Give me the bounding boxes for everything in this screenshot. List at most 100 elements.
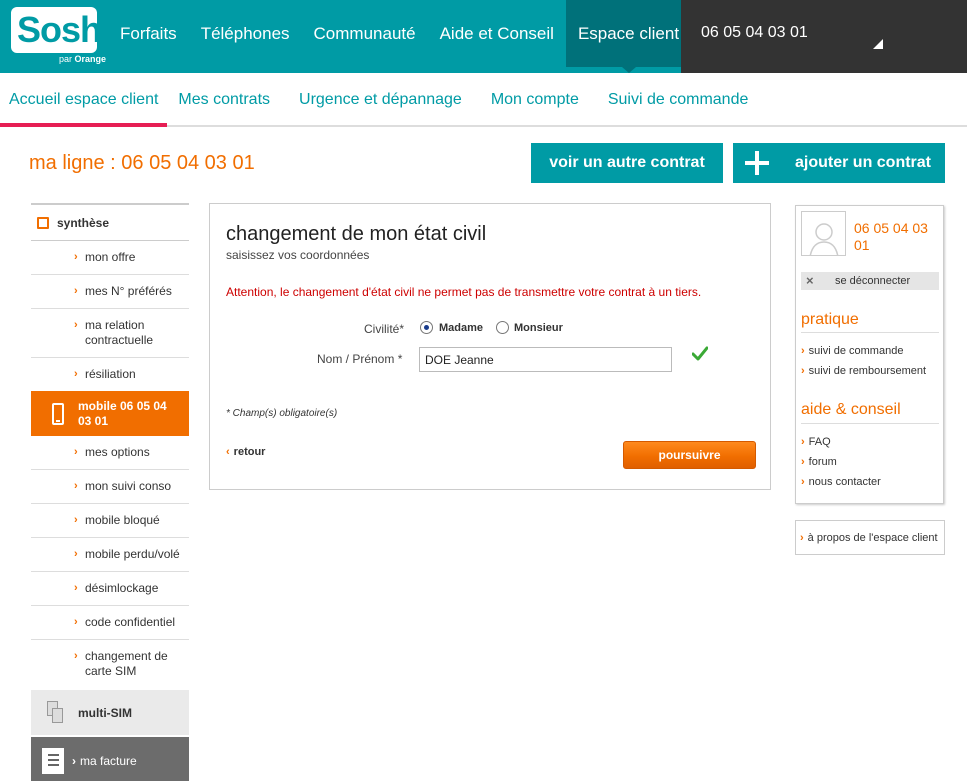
link-label: suivi de remboursement: [808, 365, 927, 377]
chevron-right-icon: ›: [801, 365, 805, 377]
menu-suivi-conso[interactable]: › mon suivi conso: [31, 470, 189, 504]
top-header: Sosh par Orange Forfaits Téléphones Comm…: [0, 0, 967, 73]
name-label: Nom / Prénom *: [317, 352, 403, 366]
logo-subtitle: par Orange: [59, 54, 106, 64]
section-divider: [801, 423, 939, 424]
other-contract-label: voir un autre contrat: [549, 154, 705, 171]
link-suivi-remboursement[interactable]: › suivi de remboursement: [801, 365, 926, 377]
tv-icon: [37, 216, 49, 229]
chevron-right-icon: ›: [801, 436, 805, 448]
link-label: FAQ: [808, 436, 831, 448]
link-forum[interactable]: › forum: [801, 456, 837, 468]
menu-resiliation[interactable]: › résiliation: [31, 358, 189, 391]
subnav-mon-compte[interactable]: Mon compte: [482, 73, 588, 125]
account-panel: 06 05 04 03 01 × se déconnecter pratique…: [795, 205, 944, 504]
subnav-suivi-commande[interactable]: Suivi de commande: [599, 73, 758, 125]
menu-multi-sim[interactable]: multi-SIM: [31, 690, 189, 735]
back-link[interactable]: ‹ retour: [226, 446, 265, 458]
subnav-urgence[interactable]: Urgence et dépannage: [290, 73, 471, 125]
left-menu: synthèse › mon offre › mes N° préférés › ma…: [31, 203, 189, 781]
back-label: retour: [233, 446, 266, 458]
link-faq[interactable]: › FAQ: [801, 436, 831, 448]
main-nav: Forfaits Téléphones Communauté Aide et C…: [108, 0, 692, 73]
nav-aide-conseil[interactable]: Aide et Conseil: [428, 0, 566, 67]
logo-sub-brand: Orange: [74, 54, 107, 64]
menu-desimlockage[interactable]: › désimlockage: [31, 572, 189, 606]
chevron-right-icon: ›: [74, 368, 78, 380]
menu-mobile-bloque[interactable]: › mobile bloqué: [31, 504, 189, 538]
menu-ma-facture[interactable]: › ma facture: [31, 737, 189, 781]
section-pratique-title: pratique: [801, 311, 859, 328]
chevron-right-icon: ›: [801, 345, 805, 357]
menu-code-confidentiel[interactable]: › code confidentiel: [31, 606, 189, 640]
menu-synthese[interactable]: synthèse: [31, 203, 189, 241]
close-icon: ×: [806, 273, 814, 288]
link-label: forum: [808, 456, 837, 468]
logout-label: se déconnecter: [835, 275, 911, 287]
continue-label: poursuivre: [658, 448, 721, 462]
nav-communaute[interactable]: Communauté: [302, 0, 428, 67]
sosh-logo[interactable]: Sosh par Orange: [11, 7, 106, 65]
menu-synthese-label: synthèse: [57, 215, 110, 230]
add-contract-button[interactable]: ajouter un contrat: [733, 143, 945, 183]
menu-relation[interactable]: › ma relation contractuelle: [31, 309, 189, 358]
nav-telephones[interactable]: Téléphones: [189, 0, 302, 67]
civil-status-form: changement de mon état civil saisissez v…: [209, 203, 771, 490]
other-contract-button[interactable]: voir un autre contrat: [531, 143, 723, 183]
civility-label: Civilité*: [364, 322, 405, 336]
menu-item-label: mon offre: [85, 250, 136, 264]
radio-madame-label[interactable]: Madame: [439, 322, 483, 334]
chevron-right-icon: ›: [74, 616, 78, 628]
menu-item-label: mon suivi conso: [85, 479, 172, 493]
link-label: suivi de commande: [808, 345, 904, 357]
radio-monsieur[interactable]: [496, 321, 509, 334]
menu-item-label: ma relation contractuelle: [85, 318, 154, 347]
radio-madame[interactable]: [420, 321, 433, 334]
menu-changement-sim[interactable]: › changement de carte SIM: [31, 640, 189, 688]
chevron-right-icon: ›: [74, 514, 78, 526]
menu-mes-options[interactable]: › mes options: [31, 436, 189, 470]
link-suivi-commande[interactable]: › suivi de commande: [801, 345, 903, 357]
page-title: ma ligne : 06 05 04 03 01: [29, 152, 255, 174]
account-dropdown[interactable]: 06 05 04 03 01: [681, 0, 967, 73]
menu-multi-sim-label: multi-SIM: [78, 705, 132, 720]
chevron-right-icon: ›: [74, 285, 78, 297]
nav-forfaits[interactable]: Forfaits: [108, 0, 189, 67]
panel-phone-number: 06 05 04 03 01: [854, 220, 928, 253]
name-input[interactable]: [419, 347, 672, 372]
required-note: * Champ(s) obligatoire(s): [226, 408, 338, 419]
menu-mes-numeros[interactable]: › mes N° préférés: [31, 275, 189, 309]
menu-item-label: changement de carte SIM: [85, 649, 168, 678]
chevron-right-icon: ›: [801, 456, 805, 468]
warning-message: Attention, le changement d'état civil ne…: [226, 285, 702, 299]
menu-facture-label: ma facture: [80, 754, 137, 768]
chevron-right-icon: ›: [72, 754, 76, 768]
menu-item-label: résiliation: [85, 367, 136, 381]
form-title: changement de mon état civil: [226, 223, 487, 245]
radio-monsieur-label[interactable]: Monsieur: [514, 322, 563, 334]
nav-espace-client[interactable]: Espace client: [565, 0, 692, 73]
menu-mon-offre[interactable]: › mon offre: [31, 241, 189, 275]
menu-item-label: mobile perdu/volé: [85, 547, 180, 561]
add-contract-label: ajouter un contrat: [795, 154, 932, 171]
menu-item-label: mes options: [85, 445, 150, 459]
menu-mobile-perdu[interactable]: › mobile perdu/volé: [31, 538, 189, 572]
user-silhouette-icon: [809, 223, 839, 255]
sub-nav: Accueil espace client Mes contrats Urgen…: [0, 73, 967, 127]
checkmark-icon: [692, 346, 708, 361]
continue-button[interactable]: poursuivre: [623, 441, 756, 469]
menu-mobile-line[interactable]: mobile 06 05 04 03 01: [31, 391, 189, 436]
logout-button[interactable]: × se déconnecter: [801, 272, 939, 290]
link-nous-contacter[interactable]: › nous contacter: [801, 476, 881, 488]
about-label: à propos de l'espace client: [807, 531, 938, 544]
menu-item-label: mobile bloqué: [85, 513, 160, 527]
about-link[interactable]: › à propos de l'espace client: [795, 520, 945, 555]
menu-item-label: désimlockage: [85, 581, 159, 595]
section-divider: [801, 332, 939, 333]
subnav-mes-contrats[interactable]: Mes contrats: [169, 73, 279, 125]
caret-down-icon: [873, 39, 883, 49]
link-label: nous contacter: [808, 476, 881, 488]
chevron-right-icon: ›: [74, 251, 78, 263]
menu-item-label: mes N° préférés: [85, 284, 172, 298]
subnav-accueil[interactable]: Accueil espace client: [0, 73, 168, 127]
